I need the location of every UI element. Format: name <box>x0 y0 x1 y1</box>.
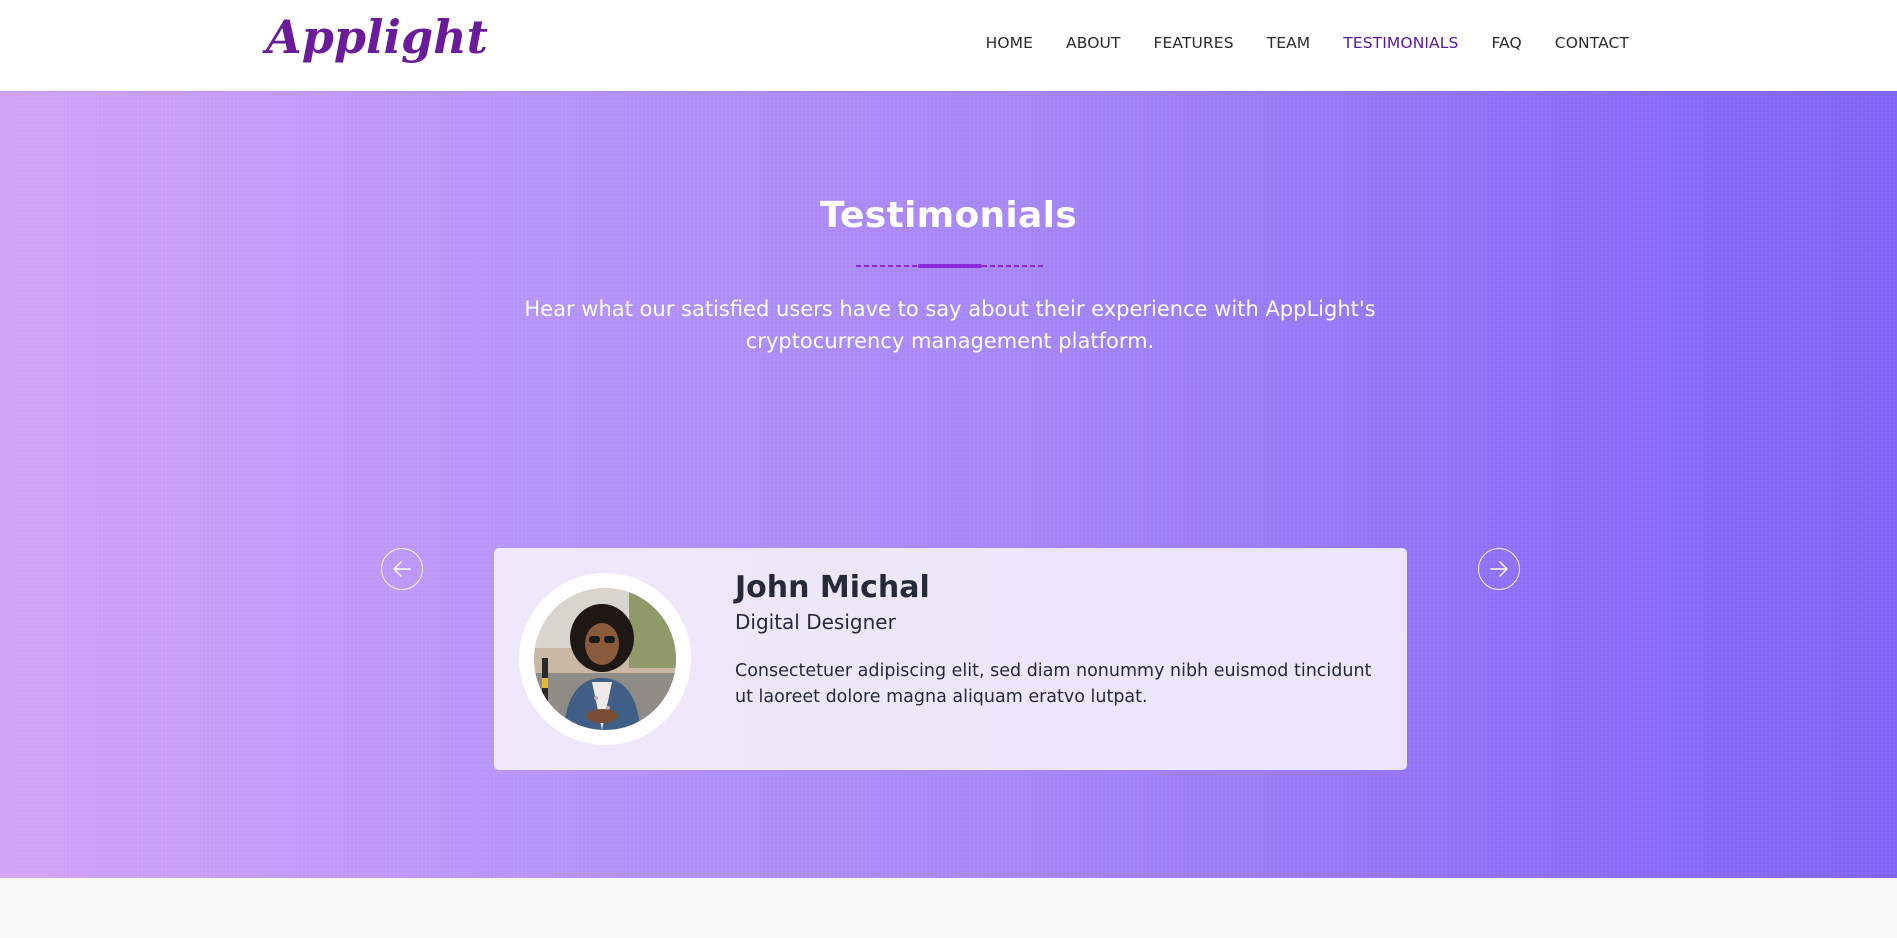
main-nav: HOME ABOUT FEATURES TEAM TESTIMONIALS FA… <box>953 0 1629 86</box>
testimonial-role: Digital Designer <box>735 610 896 634</box>
carousel-next-button[interactable] <box>1478 548 1520 590</box>
section-title: Testimonials <box>819 195 1078 236</box>
avatar <box>534 588 676 730</box>
nav-link-testimonials[interactable]: TESTIMONIALS <box>1343 34 1458 52</box>
avatar-photo <box>534 588 676 730</box>
section-subtitle: Hear what our satisfied users have to sa… <box>524 297 1376 353</box>
testimonial-name: John Michal <box>735 570 930 605</box>
divider-dashes-left <box>856 265 918 267</box>
nav-link-features[interactable]: FEATURES <box>1154 34 1234 52</box>
top-navbar: Applight HOME ABOUT FEATURES TEAM TESTIM… <box>0 0 1897 91</box>
divider-dashes-right <box>982 265 1044 267</box>
testimonials-section: Testimonials Hear what our satisfied use… <box>0 91 1897 878</box>
nav-link-team[interactable]: TEAM <box>1267 34 1311 52</box>
nav-link-faq[interactable]: FAQ <box>1491 34 1521 52</box>
testimonial-quote: Consectetuer adipiscing elit, sed diam n… <box>735 661 1372 707</box>
nav-link-about[interactable]: ABOUT <box>1066 34 1120 52</box>
testimonial-card: John Michal Digital Designer Consectetue… <box>494 548 1407 770</box>
arrow-right-icon <box>1490 561 1508 577</box>
carousel-prev-button[interactable] <box>381 548 423 590</box>
divider-solid-center <box>918 264 982 268</box>
brand-logo[interactable]: Applight <box>266 10 488 64</box>
nav-link-contact[interactable]: CONTACT <box>1555 34 1629 52</box>
nav-link-home[interactable]: HOME <box>986 34 1033 52</box>
avatar-frame <box>519 573 691 745</box>
arrow-left-icon <box>393 561 411 577</box>
title-divider <box>856 264 1044 268</box>
